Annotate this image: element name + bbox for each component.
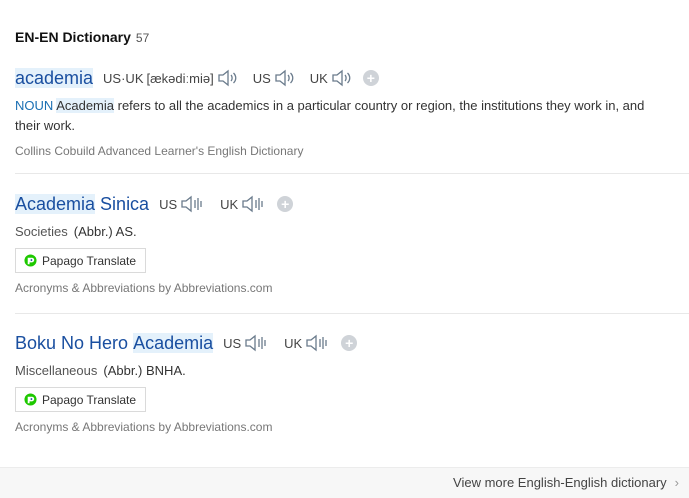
entry-academia: academia US·UK [ækədiːmiə] US UK + NOUN … bbox=[15, 66, 689, 158]
us-label: US bbox=[159, 196, 178, 212]
us-label: US bbox=[252, 70, 271, 86]
view-more-label: View more English-English dictionary bbox=[453, 475, 667, 490]
definition-keyword: Academia bbox=[56, 98, 114, 113]
part-of-speech: NOUN bbox=[15, 98, 54, 113]
speaker-icon[interactable] bbox=[217, 69, 239, 87]
speaker-icon[interactable] bbox=[244, 334, 270, 352]
dictionary-header: EN-EN Dictionary 57 bbox=[15, 29, 149, 45]
uk-label: UK bbox=[309, 70, 328, 86]
entry-academia-sinica: Academia Sinica US UK + Societies (Abbr.)… bbox=[15, 192, 689, 295]
plus-icon[interactable]: + bbox=[277, 196, 294, 212]
papago-logo-icon bbox=[24, 254, 37, 267]
ipa-text: [ækədiːmiə] bbox=[146, 70, 214, 86]
footer-bar: View more English-English dictionary › bbox=[0, 467, 689, 498]
divider bbox=[15, 313, 689, 314]
speaker-icon[interactable] bbox=[274, 69, 296, 87]
meaning-row: Miscellaneous (Abbr.) BNHA. bbox=[15, 363, 689, 378]
category-label: Miscellaneous bbox=[15, 363, 98, 378]
meaning-row: Societies (Abbr.) AS. bbox=[15, 224, 689, 239]
uk-label: UK bbox=[220, 196, 239, 212]
plus-icon[interactable]: + bbox=[362, 70, 379, 86]
papago-logo-icon bbox=[24, 393, 37, 406]
speaker-icon[interactable] bbox=[305, 334, 331, 352]
us-label: US bbox=[223, 335, 242, 351]
view-more-link[interactable]: View more English-English dictionary › bbox=[453, 475, 679, 490]
pronunciation: US·UK [ækədiːmiə] US UK + bbox=[103, 69, 379, 87]
papago-translate-label: Papago Translate bbox=[42, 253, 137, 268]
result-count: 57 bbox=[135, 31, 150, 45]
papago-translate-label: Papago Translate bbox=[42, 392, 137, 407]
meaning-text: (Abbr.) AS. bbox=[73, 224, 137, 239]
dictionary-title: EN-EN Dictionary bbox=[15, 29, 131, 45]
us-uk-label: US·UK bbox=[103, 70, 144, 86]
plus-icon[interactable]: + bbox=[341, 335, 358, 351]
entry-word[interactable]: Boku No Hero Academia bbox=[15, 332, 214, 354]
pronunciation: US UK + bbox=[223, 334, 358, 352]
entry-word[interactable]: Academia Sinica bbox=[15, 193, 149, 215]
papago-translate-button[interactable]: Papago Translate bbox=[15, 387, 147, 412]
entry-boku-no-hero-academia: Boku No Hero Academia US UK + Miscellaneo… bbox=[15, 331, 689, 434]
speaker-icon[interactable] bbox=[180, 195, 206, 213]
speaker-icon[interactable] bbox=[331, 69, 353, 87]
source-link[interactable]: Collins Cobuild Advanced Learner's Engli… bbox=[15, 144, 689, 158]
meaning-text: (Abbr.) BNHA. bbox=[103, 363, 186, 378]
uk-label: UK bbox=[284, 335, 303, 351]
speaker-icon[interactable] bbox=[241, 195, 267, 213]
chevron-right-icon: › bbox=[674, 475, 679, 490]
divider bbox=[15, 173, 689, 174]
source-link[interactable]: Acronyms & Abbreviations by Abbreviation… bbox=[15, 281, 689, 295]
category-label: Societies bbox=[15, 224, 68, 239]
papago-translate-button[interactable]: Papago Translate bbox=[15, 248, 147, 273]
pronunciation: US UK + bbox=[159, 195, 294, 213]
entry-word[interactable]: academia bbox=[15, 67, 94, 89]
source-link[interactable]: Acronyms & Abbreviations by Abbreviation… bbox=[15, 420, 689, 434]
definition: NOUN Academia refers to all the academic… bbox=[15, 96, 689, 136]
